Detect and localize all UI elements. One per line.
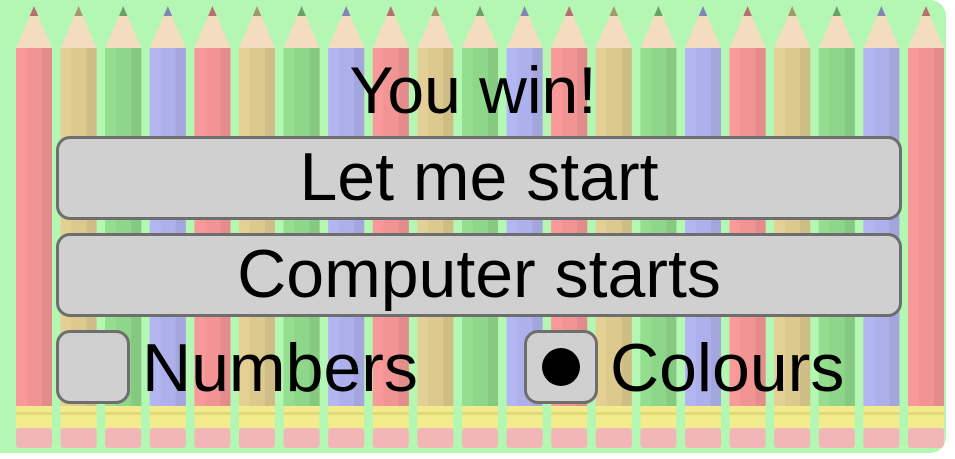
numbers-radio[interactable] (56, 330, 130, 404)
let-me-start-button[interactable]: Let me start (56, 136, 902, 220)
numbers-option[interactable]: Numbers (56, 328, 466, 408)
game-status-title: You win! (349, 53, 597, 127)
colours-label: Colours (610, 330, 845, 406)
game-board: You win! Let me start Computer starts Nu… (0, 0, 946, 453)
colours-radio[interactable] (524, 330, 598, 404)
computer-starts-button[interactable]: Computer starts (56, 233, 902, 317)
selected-dot-icon (542, 348, 580, 386)
colours-option[interactable]: Colours (524, 328, 894, 408)
numbers-label: Numbers (142, 330, 418, 406)
